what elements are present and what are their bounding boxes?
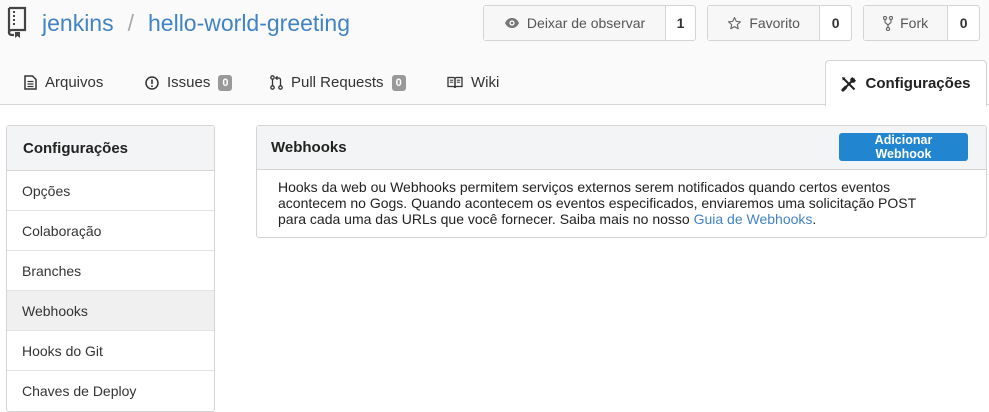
tab-wiki[interactable]: Wiki xyxy=(447,60,499,105)
repo-title: jenkins / hello-world-greeting xyxy=(42,9,350,37)
book-icon xyxy=(447,76,463,89)
pull-request-icon xyxy=(270,75,283,90)
tools-icon xyxy=(841,76,857,92)
sidebar-title: Configurações xyxy=(7,126,214,171)
unwatch-button-label: Deixar de observar xyxy=(526,15,646,31)
repo-header: jenkins / hello-world-greeting Deixar de o… xyxy=(0,0,989,106)
sidebar-item-branches[interactable]: Branches xyxy=(7,251,214,291)
tab-wiki-label: Wiki xyxy=(471,74,500,91)
star-icon xyxy=(727,16,742,31)
webhooks-description-line3: para cada uma das URLs que você fornecer… xyxy=(278,211,694,227)
tab-settings-label: Configurações xyxy=(865,75,971,92)
repo-book-icon xyxy=(6,6,28,38)
fork-button[interactable]: Fork xyxy=(864,6,949,40)
repo-owner-link[interactable]: jenkins xyxy=(42,10,114,36)
webhooks-description-line1: Hooks da web ou Webhooks permitem serviç… xyxy=(278,179,891,195)
unwatch-button[interactable]: Deixar de observar xyxy=(484,6,667,40)
eye-icon xyxy=(504,17,520,29)
webhooks-guide-link[interactable]: Guia de Webhooks xyxy=(694,211,813,227)
webhooks-panel: Webhooks Adicionar Webhook Hooks da web … xyxy=(256,125,987,238)
star-button-group: Favorito 0 xyxy=(707,5,852,41)
sidebar-item-options[interactable]: Opções xyxy=(7,171,214,211)
fork-button-group: Fork 0 xyxy=(863,5,980,41)
sidebar-item-git-hooks[interactable]: Hooks do Git xyxy=(7,331,214,371)
issue-opened-icon xyxy=(145,75,159,90)
tab-issues[interactable]: Issues 0 xyxy=(145,60,233,105)
pull-requests-count-badge: 0 xyxy=(391,74,406,91)
tab-files[interactable]: Arquivos xyxy=(24,60,103,105)
star-button[interactable]: Favorito xyxy=(708,6,821,40)
watchers-count[interactable]: 1 xyxy=(666,6,695,40)
sidebar-item-webhooks[interactable]: Webhooks xyxy=(7,291,214,331)
watch-button-group: Deixar de observar 1 xyxy=(483,5,696,41)
forks-count[interactable]: 0 xyxy=(948,6,979,40)
tab-settings[interactable]: Configurações xyxy=(825,60,987,106)
webhooks-title: Webhooks xyxy=(271,139,347,156)
webhooks-description-line2: acontecem no Gogs. Quando acontecem os e… xyxy=(278,195,917,211)
tab-issues-label: Issues xyxy=(167,74,211,91)
repo-name-link[interactable]: hello-world-greeting xyxy=(148,10,350,36)
tab-pull-requests-label: Pull Requests xyxy=(291,74,384,91)
tab-files-label: Arquivos xyxy=(45,74,104,91)
star-button-label: Favorito xyxy=(749,15,800,31)
webhooks-panel-header: Webhooks Adicionar Webhook xyxy=(257,126,986,170)
sidebar-item-collaboration[interactable]: Colaboração xyxy=(7,211,214,251)
webhooks-description: Hooks da web ou Webhooks permitem serviç… xyxy=(257,170,986,237)
repo-title-separator: / xyxy=(127,10,134,36)
repo-tabs: Arquivos Issues 0 Pull Requests 0 Wiki C… xyxy=(0,60,989,106)
fork-icon xyxy=(883,15,894,31)
file-text-icon xyxy=(24,75,37,90)
stars-count[interactable]: 0 xyxy=(820,6,851,40)
tab-pull-requests[interactable]: Pull Requests 0 xyxy=(270,60,406,105)
issues-count-badge: 0 xyxy=(218,74,233,91)
webhooks-description-suffix: . xyxy=(812,211,817,227)
sidebar-item-deploy-keys[interactable]: Chaves de Deploy xyxy=(7,371,214,411)
fork-button-label: Fork xyxy=(900,15,929,31)
add-webhook-button[interactable]: Adicionar Webhook xyxy=(839,133,968,161)
settings-sidebar: Configurações Opções Colaboração Branche… xyxy=(6,125,215,412)
